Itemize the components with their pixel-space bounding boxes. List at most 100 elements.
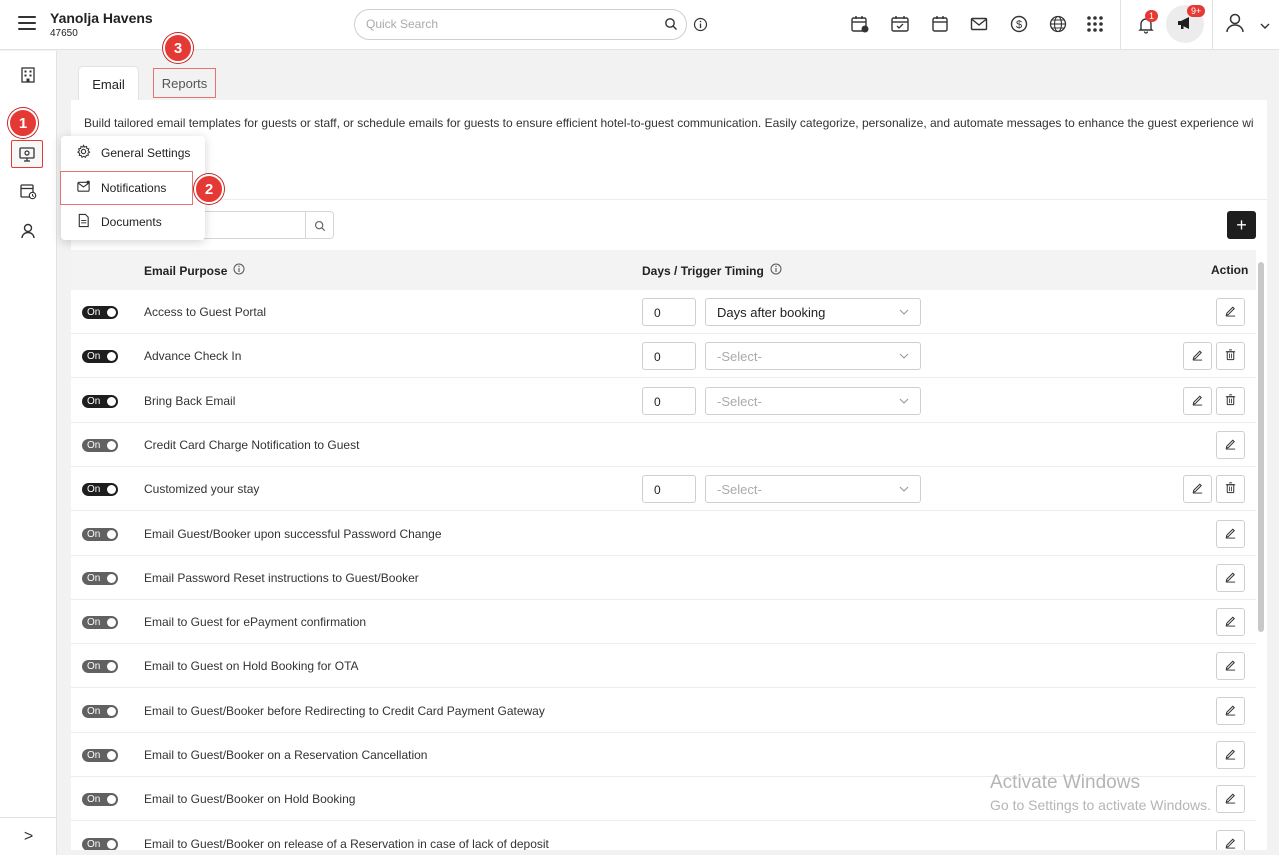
enable-toggle[interactable]: On xyxy=(82,483,118,497)
edit-button[interactable] xyxy=(1216,298,1245,326)
user-icon[interactable] xyxy=(1224,12,1246,34)
toggle-label: On xyxy=(87,307,101,318)
days-input[interactable]: 0 xyxy=(642,298,696,326)
menu-item-notifications[interactable]: Notifications xyxy=(60,171,193,205)
email-panel: Build tailored email templates for guest… xyxy=(71,100,1267,850)
enable-toggle[interactable]: On xyxy=(82,394,118,408)
search-icon[interactable] xyxy=(305,212,333,239)
table-row: On Email Password Reset instructions to G… xyxy=(71,556,1256,600)
menu-item-general-settings[interactable]: General Settings xyxy=(61,136,205,170)
days-input[interactable]: 0 xyxy=(642,475,696,504)
edit-button[interactable] xyxy=(1183,342,1212,371)
pencil-icon xyxy=(1224,703,1237,719)
separator xyxy=(1120,0,1121,50)
edit-button[interactable] xyxy=(1216,785,1245,814)
edit-button[interactable] xyxy=(1183,475,1212,504)
chevron-down-icon[interactable] xyxy=(1254,15,1276,37)
person-icon[interactable] xyxy=(17,220,39,242)
edit-button[interactable] xyxy=(1216,696,1245,725)
enable-toggle[interactable]: On xyxy=(82,749,118,762)
table-header: Email Purpose Days / Trigger Timing Acti… xyxy=(71,250,1256,290)
delete-button[interactable] xyxy=(1216,475,1245,504)
search-icon[interactable] xyxy=(664,17,678,34)
edit-button[interactable] xyxy=(1183,386,1212,415)
enable-toggle[interactable]: On xyxy=(82,527,118,541)
info-icon[interactable] xyxy=(693,17,708,35)
quick-search[interactable] xyxy=(354,9,687,40)
toggle-label: On xyxy=(87,838,101,850)
toggle-label: On xyxy=(87,661,101,673)
enable-toggle[interactable]: On xyxy=(82,350,118,364)
toggle-knob xyxy=(107,396,116,406)
menu-item-label: Notifications xyxy=(101,181,167,195)
quick-search-input[interactable] xyxy=(366,17,646,31)
toggle-knob xyxy=(107,485,116,495)
tab-reports[interactable]: Reports xyxy=(153,68,216,98)
days-input[interactable]: 0 xyxy=(642,386,696,415)
email-purpose: Email to Guest/Booker on release of a Re… xyxy=(144,836,549,850)
trigger-timing-value: -Select- xyxy=(717,482,762,498)
toggle-label: On xyxy=(87,395,101,407)
svg-text:$: $ xyxy=(1016,19,1022,31)
building-icon[interactable] xyxy=(17,64,39,86)
add-email-button[interactable]: + xyxy=(1227,211,1256,239)
email-purpose: Email to Guest on Hold Booking for OTA xyxy=(144,659,359,674)
calendar-clock-icon[interactable] xyxy=(17,180,39,202)
apps-grid-icon[interactable] xyxy=(1084,13,1106,35)
calendar-check-icon[interactable] xyxy=(889,13,911,35)
monitor-settings-icon[interactable] xyxy=(11,140,43,168)
mail-icon[interactable] xyxy=(968,13,990,35)
expand-sidebar-button[interactable]: > xyxy=(0,817,57,855)
edit-button[interactable] xyxy=(1216,430,1245,459)
chevron-down-icon xyxy=(898,483,910,498)
menu-icon[interactable] xyxy=(18,16,36,30)
trigger-timing-select[interactable]: -Select- xyxy=(705,475,921,504)
dollar-icon[interactable]: $ xyxy=(1008,13,1030,35)
enable-toggle[interactable]: On xyxy=(82,660,118,674)
enable-toggle[interactable]: On xyxy=(82,837,118,850)
enable-toggle[interactable]: On xyxy=(82,793,118,807)
delete-button[interactable] xyxy=(1216,386,1245,415)
mail-notification-icon xyxy=(76,179,91,197)
info-icon[interactable] xyxy=(770,263,782,278)
trigger-timing-select[interactable]: -Select- xyxy=(705,342,921,371)
divider xyxy=(71,199,1267,200)
watermark-title: Activate Windows xyxy=(990,772,1140,793)
email-purpose: Email to Guest/Booker on Hold Booking xyxy=(144,792,356,807)
edit-button[interactable] xyxy=(1216,563,1245,592)
trigger-timing-select[interactable]: -Select- xyxy=(705,386,921,415)
delete-button[interactable] xyxy=(1216,342,1245,371)
tab-email[interactable]: Email xyxy=(78,66,139,101)
trash-icon xyxy=(1224,393,1237,409)
enable-toggle[interactable]: On xyxy=(82,704,118,718)
edit-button[interactable] xyxy=(1216,652,1245,681)
toggle-knob xyxy=(107,795,116,805)
edit-button[interactable] xyxy=(1216,741,1245,769)
enable-toggle[interactable]: On xyxy=(82,616,118,630)
pencil-icon xyxy=(1224,570,1237,586)
scrollbar[interactable] xyxy=(1258,262,1264,632)
toggle-knob xyxy=(107,839,116,849)
globe-icon[interactable] xyxy=(1047,13,1069,35)
days-input[interactable]: 0 xyxy=(642,342,696,371)
enable-toggle[interactable]: On xyxy=(82,571,118,585)
toggle-knob xyxy=(107,573,116,583)
hotel-id: 47650 xyxy=(50,28,78,39)
document-icon xyxy=(76,213,91,231)
enable-toggle[interactable]: On xyxy=(82,438,118,452)
enable-toggle[interactable]: On xyxy=(82,306,118,319)
toggle-label: On xyxy=(87,750,101,761)
trigger-timing-select[interactable]: Days after booking xyxy=(705,298,921,326)
calendar-add-icon[interactable] xyxy=(849,13,871,35)
calendar-icon[interactable] xyxy=(929,13,951,35)
page-description: Build tailored email templates for guest… xyxy=(84,116,1254,130)
info-icon[interactable] xyxy=(233,263,245,278)
edit-button[interactable] xyxy=(1216,519,1245,548)
trigger-timing-value: -Select- xyxy=(717,349,762,365)
table-search[interactable] xyxy=(201,211,334,239)
menu-item-label: General Settings xyxy=(101,146,191,160)
menu-item-documents[interactable]: Documents xyxy=(61,205,205,239)
email-purpose: Credit Card Charge Notification to Guest xyxy=(144,437,360,452)
edit-button[interactable] xyxy=(1216,608,1245,637)
edit-button[interactable] xyxy=(1216,829,1245,850)
